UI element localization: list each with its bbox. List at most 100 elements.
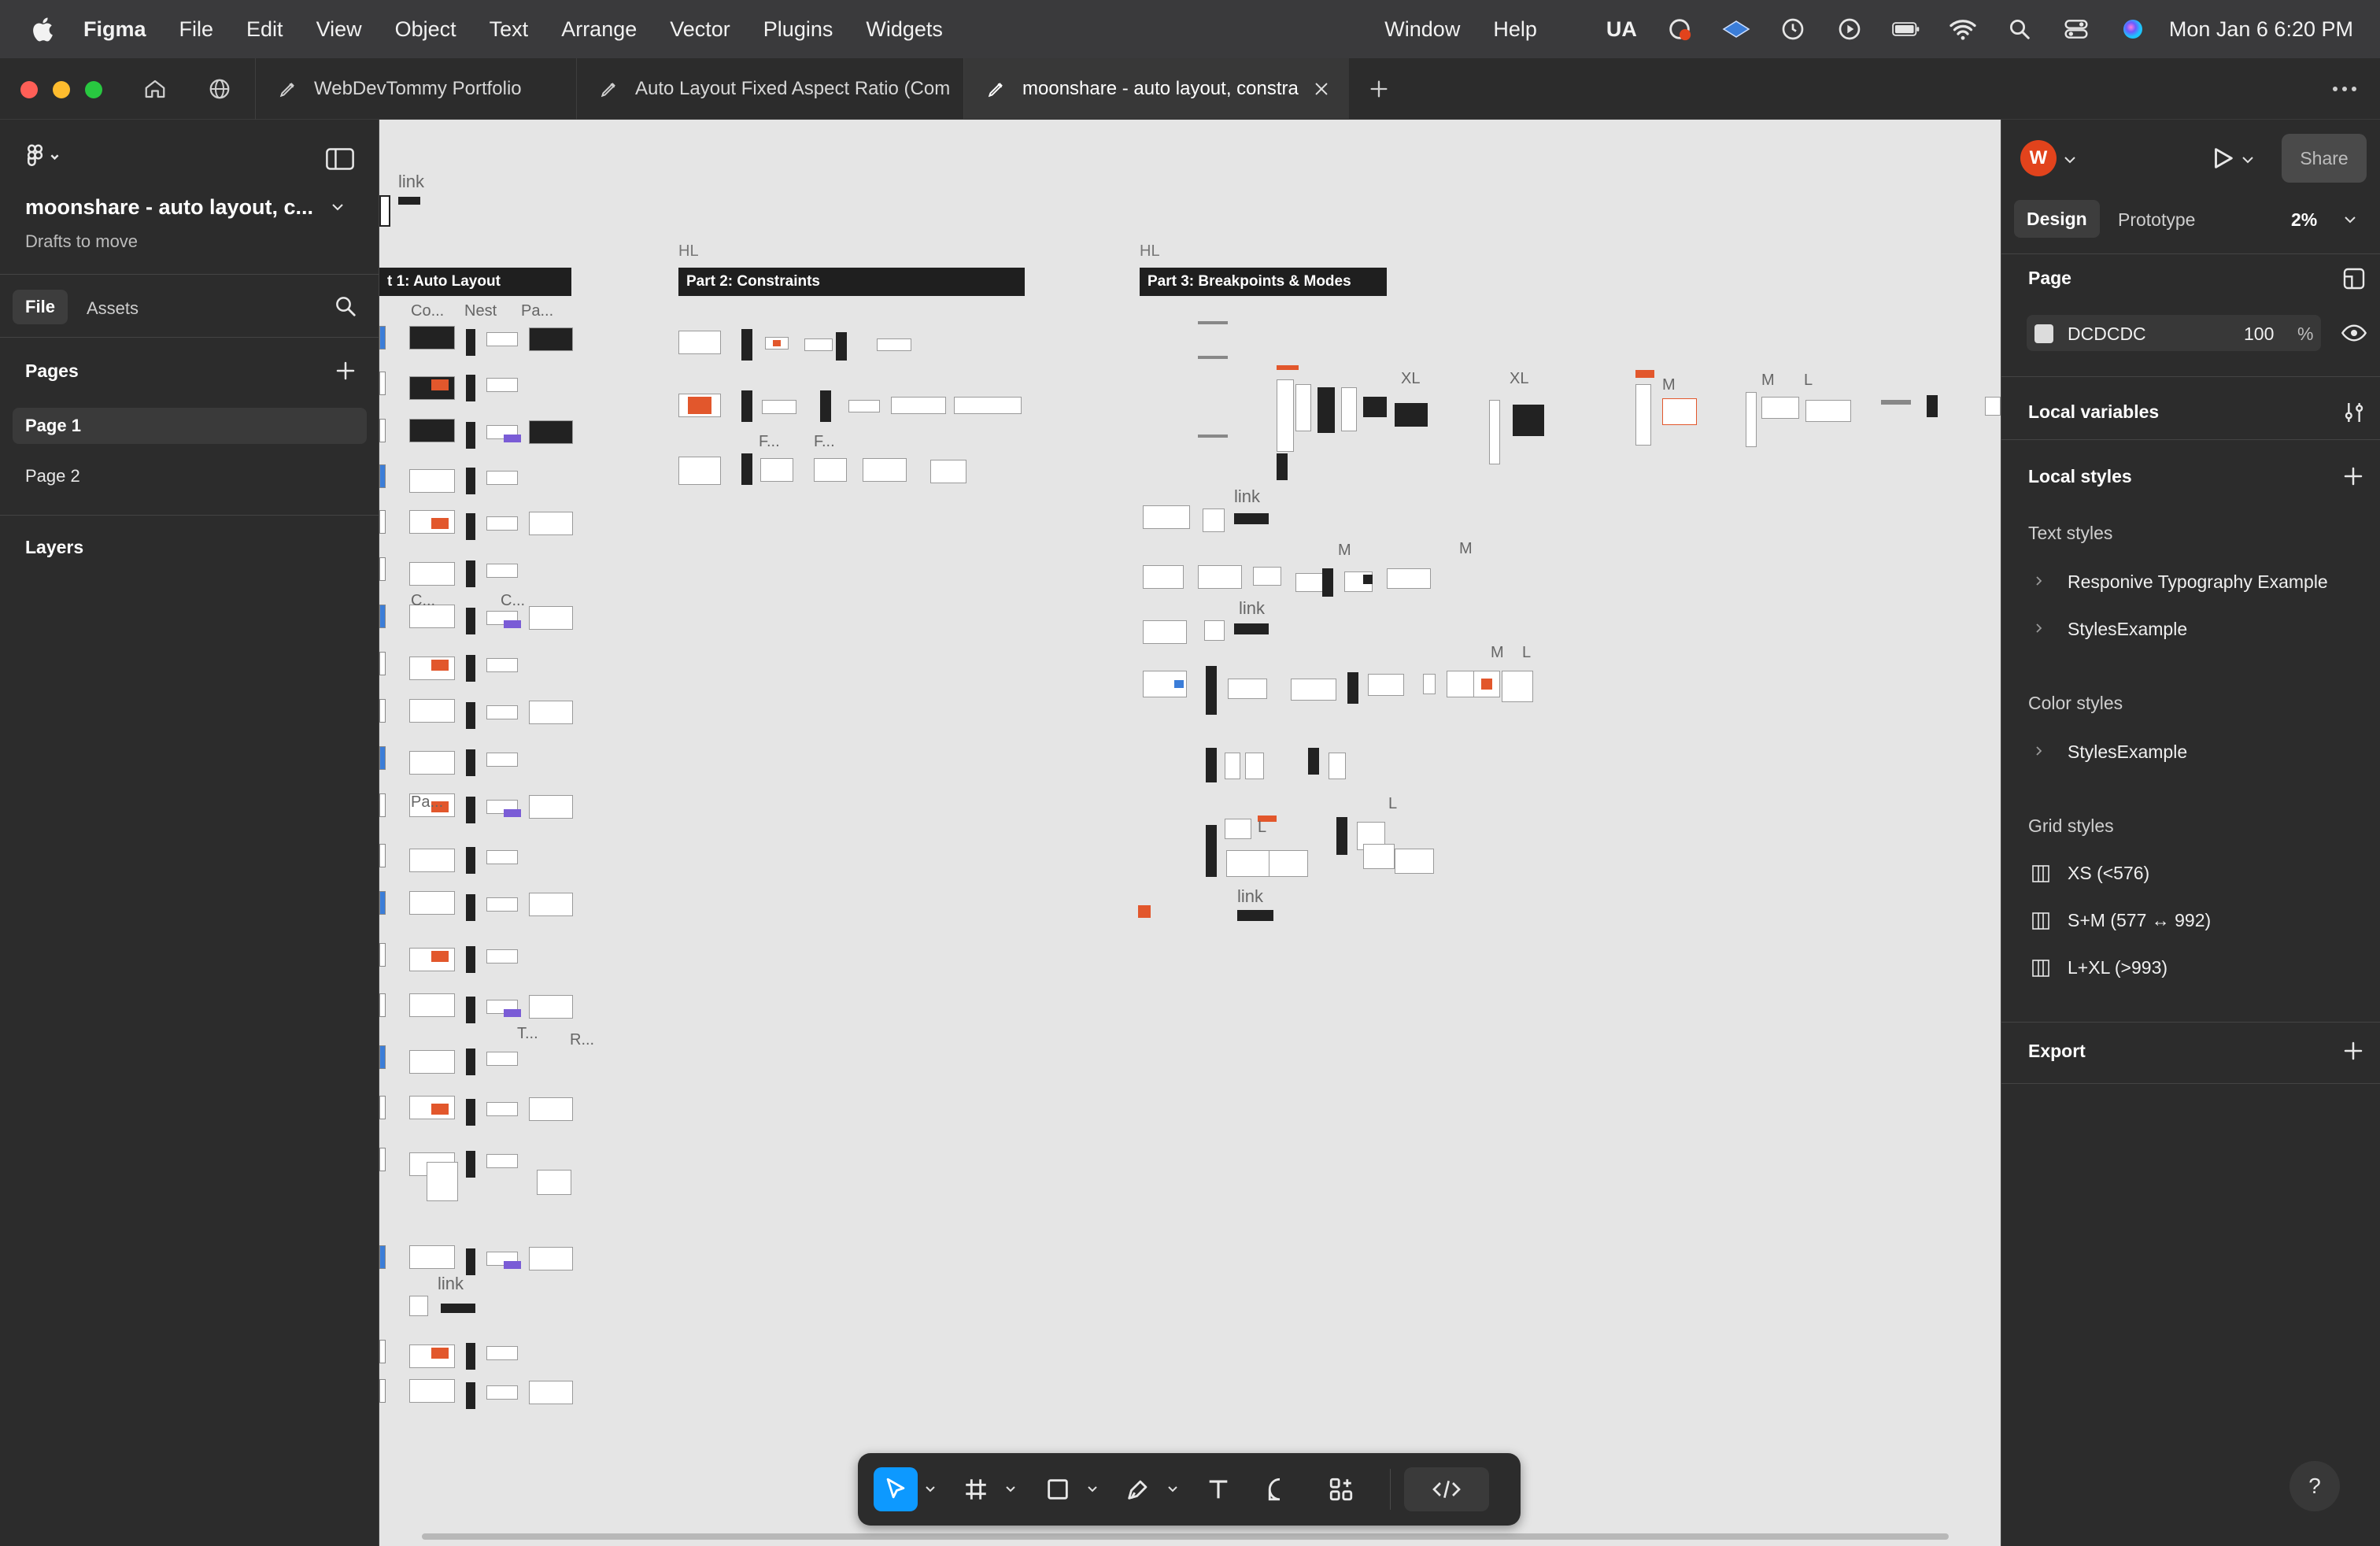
section-part-3-breakpoints-modes[interactable]: Part 3: Breakpoints & Modes [1140,268,1387,296]
canvas-frame-thumbnail[interactable] [1329,753,1346,779]
canvas-label[interactable]: R... [570,1031,594,1049]
chevron-right-icon[interactable] [2034,575,2044,587]
canvas-frame-thumbnail[interactable] [1234,513,1269,524]
canvas-frame-thumbnail[interactable] [529,1247,573,1270]
add-page-plus-icon[interactable] [334,359,357,386]
canvas-frame-thumbnail[interactable] [1143,505,1190,529]
canvas-frame-thumbnail[interactable] [486,1052,518,1066]
canvas-frame-thumbnail[interactable] [1322,568,1333,597]
canvas-label[interactable]: C... [411,592,435,610]
canvas-frame-thumbnail[interactable] [1336,817,1347,855]
page-item-page-1[interactable]: Page 1 [25,416,81,436]
canvas-frame-thumbnail[interactable] [409,419,455,442]
canvas-frame-thumbnail[interactable] [1927,395,1938,417]
canvas-frame-thumbnail[interactable] [466,560,475,587]
canvas-label-link[interactable]: link [1239,598,1265,619]
vpn-diamond-icon[interactable] [1722,15,1750,43]
project-name[interactable]: Drafts to move [25,231,138,252]
canvas-frame-thumbnail[interactable] [409,699,455,723]
canvas-frame-thumbnail[interactable] [954,397,1022,414]
grid-style-item[interactable]: S+M (577 ↔ 992) [2068,910,2211,931]
canvas-frame[interactable] [441,1304,475,1313]
canvas-frame-thumbnail[interactable] [1489,400,1500,464]
canvas-frame-thumbnail[interactable] [379,372,386,395]
canvas-frame-thumbnail[interactable] [466,894,475,921]
pen-tool-button[interactable] [1116,1467,1160,1511]
main-menu-figma-icon[interactable] [25,143,65,176]
grid-style-item[interactable]: L+XL (>993) [2068,957,2168,978]
canvas-frame-thumbnail[interactable] [1206,825,1217,877]
canvas-label[interactable]: Co... [411,302,444,320]
canvas-frame-thumbnail[interactable] [486,332,518,346]
canvas-frame-thumbnail[interactable] [537,1170,571,1195]
canvas-label[interactable]: M [1459,540,1473,558]
canvas-frame-thumbnail[interactable] [466,1248,475,1275]
tab-auto-layout-fixed-aspect-ratio[interactable]: Auto Layout Fixed Aspect Ratio (Com [576,58,963,120]
canvas-frame-thumbnail[interactable] [1198,321,1228,324]
canvas-frame-thumbnail[interactable] [1138,905,1151,918]
canvas-frame-thumbnail[interactable] [814,458,847,482]
canvas-label[interactable]: L [1804,372,1813,390]
canvas-frame-thumbnail[interactable] [379,464,386,488]
canvas-frame-thumbnail[interactable] [431,518,449,529]
canvas-frame-thumbnail[interactable] [529,512,573,535]
canvas-frame-thumbnail[interactable] [1277,453,1288,480]
canvas-frame-thumbnail[interactable] [1308,748,1319,775]
canvas-frame-thumbnail[interactable] [504,1261,521,1269]
design-canvas[interactable]: link t 1: Auto Layout Co... Nest Pa... C… [379,120,2001,1546]
canvas-frame-thumbnail[interactable] [1203,509,1225,532]
canvas-frame-thumbnail[interactable] [1198,356,1228,359]
text-tool-button[interactable] [1196,1467,1240,1511]
canvas-frame-thumbnail[interactable] [466,997,475,1023]
page-settings-icon[interactable] [2341,266,2367,291]
file-menu-chevron-down-icon[interactable] [331,202,345,216]
canvas-label-hl[interactable]: HL [1140,242,1160,261]
canvas-frame-thumbnail[interactable] [466,513,475,540]
canvas-frame-thumbnail[interactable] [1368,674,1404,696]
canvas-frame-thumbnail[interactable] [1513,405,1544,436]
canvas-frame-thumbnail[interactable] [466,422,475,449]
canvas-frame-thumbnail[interactable] [466,1343,475,1370]
media-play-icon[interactable] [1835,15,1864,43]
canvas-frame-thumbnail[interactable] [1387,568,1431,589]
new-tab-plus-icon[interactable] [1364,74,1394,104]
canvas-frame-thumbnail[interactable] [379,419,386,442]
horizontal-scrollbar[interactable] [422,1533,1949,1540]
canvas-frame-thumbnail[interactable] [379,326,386,350]
canvas-frame-thumbnail[interactable] [379,844,386,867]
canvas-frame-thumbnail[interactable] [1635,384,1651,446]
canvas-frame-thumbnail[interactable] [1245,753,1264,779]
canvas-frame-thumbnail[interactable] [486,1385,518,1400]
canvas-frame-thumbnail[interactable] [773,340,781,346]
wifi-icon[interactable] [1949,15,1977,43]
canvas-frame-thumbnail[interactable] [1143,620,1187,644]
spotlight-search-icon[interactable] [2005,15,2034,43]
page-item-page-2[interactable]: Page 2 [25,466,80,486]
canvas-frame-thumbnail[interactable] [431,1104,449,1115]
menu-app-figma[interactable]: Figma [83,17,146,42]
text-style-item[interactable]: StylesExample [2068,619,2187,640]
canvas-frame-thumbnail[interactable] [1635,370,1654,378]
canvas-frame[interactable] [409,1296,428,1316]
canvas-frame-thumbnail[interactable] [504,620,521,628]
canvas-frame-thumbnail[interactable] [409,1245,455,1269]
tab-file[interactable]: File [13,290,68,324]
canvas-frame-thumbnail[interactable] [760,458,793,482]
canvas-frame-thumbnail[interactable] [486,378,518,392]
canvas-frame-thumbnail[interactable] [1234,623,1269,634]
window-minimize-button[interactable] [53,81,70,98]
canvas-frame-thumbnail[interactable] [486,471,518,485]
canvas-frame-thumbnail[interactable] [379,993,386,1017]
cloud-sync-icon[interactable] [1665,15,1694,43]
canvas-label-link[interactable]: link [438,1274,464,1294]
canvas-frame-thumbnail[interactable] [1395,849,1434,874]
window-zoom-button[interactable] [85,81,102,98]
canvas-frame-thumbnail[interactable] [486,705,518,719]
canvas-frame-thumbnail[interactable] [1805,400,1851,422]
canvas-frame-thumbnail[interactable] [529,795,573,819]
canvas-label[interactable]: Pa... [521,302,553,320]
chevron-down-icon[interactable] [2241,154,2255,165]
canvas-frame-thumbnail[interactable] [1761,397,1799,419]
canvas-frame-thumbnail[interactable] [431,379,449,390]
canvas-frame-thumbnail[interactable] [1395,403,1428,427]
